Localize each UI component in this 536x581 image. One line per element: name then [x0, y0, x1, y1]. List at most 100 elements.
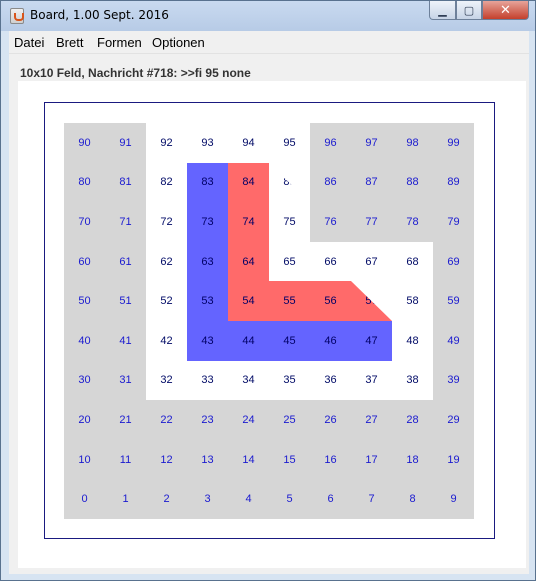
title-bar[interactable]: Board, 1.00 Sept. 2016 ▁ ▢ ✕: [1, 1, 535, 31]
board-cell[interactable]: 77: [351, 202, 392, 242]
board-cell[interactable]: 48: [392, 321, 433, 361]
board-cell[interactable]: 9: [433, 479, 474, 519]
board-cell[interactable]: 15: [269, 439, 310, 480]
board-cell[interactable]: 94: [228, 123, 269, 163]
board-cell[interactable]: 18: [392, 439, 433, 480]
menu-optionen[interactable]: Optionen: [152, 35, 205, 50]
java-app-icon[interactable]: [10, 8, 24, 24]
board-cell[interactable]: 42: [146, 321, 187, 361]
board-cell[interactable]: 52: [146, 281, 187, 321]
board-cell[interactable]: 69: [433, 241, 474, 282]
board-cell[interactable]: 55: [269, 281, 310, 321]
board-cell[interactable]: 33: [187, 360, 228, 401]
board-cell[interactable]: 38: [392, 360, 433, 401]
board-cell[interactable]: 25: [269, 400, 310, 440]
board-cell[interactable]: 35: [269, 360, 310, 401]
board-cell[interactable]: 29: [433, 400, 474, 440]
board-cell[interactable]: 79: [433, 202, 474, 242]
board-cell[interactable]: 31: [105, 360, 146, 401]
board-grid[interactable]: 90 91 92 93 94 95 96 97 98 99 80 81 82 83 84 85 86 87 88 89…: [64, 123, 474, 519]
board-cell[interactable]: 1: [105, 479, 146, 519]
board-cell[interactable]: 30: [64, 360, 105, 401]
maximize-button[interactable]: ▢: [456, 1, 482, 20]
board-cell[interactable]: 66: [310, 241, 351, 282]
board-cell[interactable]: 13: [187, 439, 228, 480]
board-cell[interactable]: 95: [269, 123, 310, 163]
menu-formen[interactable]: Formen: [97, 35, 142, 50]
board-cell[interactable]: 23: [187, 400, 228, 440]
board-cell[interactable]: 34: [228, 360, 269, 401]
board-cell[interactable]: 10: [64, 439, 105, 480]
board-cell[interactable]: 40: [64, 321, 105, 361]
board-cell[interactable]: 67: [351, 241, 392, 282]
menu-datei[interactable]: Datei: [14, 35, 44, 50]
board-cell[interactable]: 4: [228, 479, 269, 519]
board-cell[interactable]: 72: [146, 202, 187, 242]
board-cell[interactable]: 84: [228, 162, 269, 203]
board-cell[interactable]: 45: [269, 321, 310, 361]
board-cell[interactable]: 0: [64, 479, 105, 519]
board-cell[interactable]: 76: [310, 202, 351, 242]
board-cell[interactable]: 20: [64, 400, 105, 440]
board-cell[interactable]: 93: [187, 123, 228, 163]
board-cell[interactable]: 58: [392, 281, 433, 321]
board-cell[interactable]: 99: [433, 123, 474, 163]
board-cell[interactable]: 44: [228, 321, 269, 361]
board-cell[interactable]: 90: [64, 123, 105, 163]
board-cell[interactable]: 46: [310, 321, 351, 361]
board-cell[interactable]: 27: [351, 400, 392, 440]
board-cell[interactable]: 54: [228, 281, 269, 321]
board-cell[interactable]: 24: [228, 400, 269, 440]
board-cell[interactable]: 39: [433, 360, 474, 401]
board-cell[interactable]: 80: [64, 162, 105, 203]
menu-brett[interactable]: Brett: [56, 35, 83, 50]
board-cell[interactable]: 75: [269, 202, 310, 242]
board-cell[interactable]: 22: [146, 400, 187, 440]
board-cell[interactable]: 81: [105, 162, 146, 203]
board-cell[interactable]: 86: [310, 162, 351, 203]
board-cell[interactable]: 68: [392, 241, 433, 282]
board-cell[interactable]: 60: [64, 241, 105, 282]
board-cell[interactable]: 74: [228, 202, 269, 242]
board-cell[interactable]: 2: [146, 479, 187, 519]
close-button[interactable]: ✕: [482, 1, 529, 20]
board-cell[interactable]: 85: [269, 162, 310, 203]
board-cell[interactable]: 73: [187, 202, 228, 242]
board-cell[interactable]: 97: [351, 123, 392, 163]
board-cell[interactable]: 57: [351, 281, 392, 321]
board-cell[interactable]: 6: [310, 479, 351, 519]
board-cell[interactable]: 83: [187, 162, 228, 203]
board-cell[interactable]: 17: [351, 439, 392, 480]
board-cell[interactable]: 16: [310, 439, 351, 480]
board-cell[interactable]: 91: [105, 123, 146, 163]
board-cell[interactable]: 19: [433, 439, 474, 480]
board-cell[interactable]: 28: [392, 400, 433, 440]
board-cell[interactable]: 89: [433, 162, 474, 203]
board-cell[interactable]: 43: [187, 321, 228, 361]
board-cell[interactable]: 26: [310, 400, 351, 440]
board-cell[interactable]: 88: [392, 162, 433, 203]
board-cell[interactable]: 21: [105, 400, 146, 440]
board-cell[interactable]: 11: [105, 439, 146, 480]
board-cell[interactable]: 14: [228, 439, 269, 480]
board-cell[interactable]: 96: [310, 123, 351, 163]
board-cell[interactable]: 12: [146, 439, 187, 480]
board-cell[interactable]: 71: [105, 202, 146, 242]
board-cell[interactable]: 49: [433, 321, 474, 361]
board-cell[interactable]: 64: [228, 241, 269, 282]
board-cell[interactable]: 32: [146, 360, 187, 401]
board-cell[interactable]: 78: [392, 202, 433, 242]
board-cell[interactable]: 8: [392, 479, 433, 519]
board-cell[interactable]: 47: [351, 321, 392, 361]
board-cell[interactable]: 63: [187, 241, 228, 282]
board-cell[interactable]: 37: [351, 360, 392, 401]
board-cell[interactable]: 3: [187, 479, 228, 519]
board-cell[interactable]: 61: [105, 241, 146, 282]
board-cell[interactable]: 36: [310, 360, 351, 401]
board-cell[interactable]: 53: [187, 281, 228, 321]
minimize-button[interactable]: ▁: [429, 1, 456, 20]
board-cell[interactable]: 51: [105, 281, 146, 321]
board-cell[interactable]: 65: [269, 241, 310, 282]
board-cell[interactable]: 62: [146, 241, 187, 282]
board-cell[interactable]: 87: [351, 162, 392, 203]
